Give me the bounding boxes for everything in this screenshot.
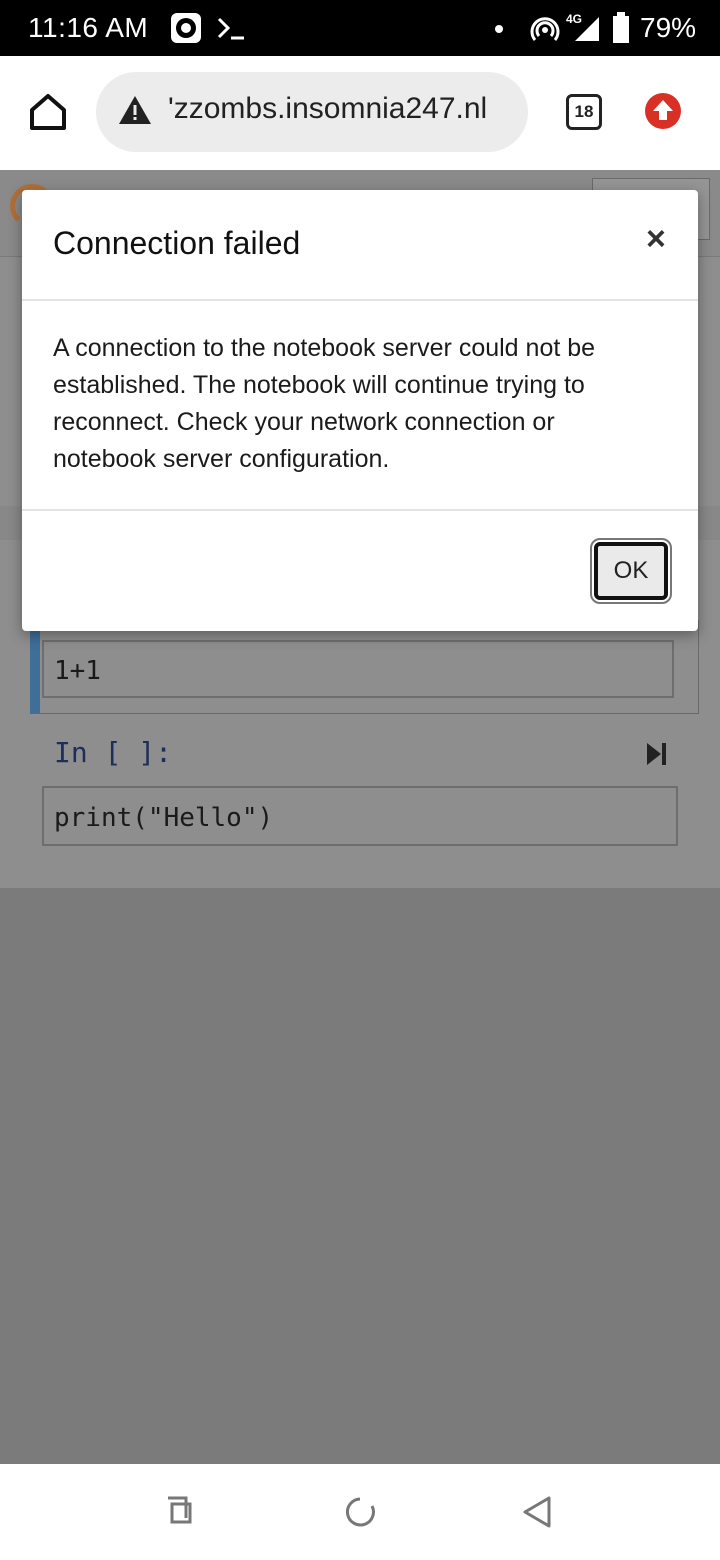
dialog-message: A connection to the notebook server coul…: [53, 334, 596, 473]
home-circle-icon[interactable]: [344, 1496, 376, 1528]
cell-prompt: In [ ]:: [54, 736, 173, 769]
ok-button[interactable]: OK: [590, 538, 672, 604]
battery-percent: 79%: [640, 12, 697, 43]
terminal-icon: [217, 17, 244, 40]
home-icon[interactable]: [26, 90, 70, 134]
divider: [22, 299, 698, 301]
update-arrow-icon[interactable]: [644, 92, 682, 130]
close-icon[interactable]: ×: [646, 220, 666, 259]
battery-icon: [613, 12, 629, 43]
signal-icon: [575, 17, 599, 41]
recents-icon[interactable]: [166, 1496, 194, 1526]
tabs-icon[interactable]: 18: [566, 94, 602, 130]
cell-code-input[interactable]: print("Hello"): [42, 786, 678, 846]
system-nav-bar: [0, 1464, 720, 1560]
record-icon: [171, 13, 201, 43]
dialog-title: Connection failed: [53, 225, 301, 261]
browser-toolbar: 'zzombs.insomnia247.nl 18: [0, 56, 720, 171]
cell-code-input[interactable]: 1+1: [42, 640, 674, 698]
connection-failed-dialog: Connection failed × A connection to the …: [22, 190, 698, 631]
run-cell-icon[interactable]: [646, 742, 668, 766]
status-bar: 11:16 AM 4G 79%: [0, 0, 720, 56]
status-time: 11:16 AM: [28, 12, 149, 43]
back-icon[interactable]: [522, 1496, 552, 1528]
divider: [22, 509, 698, 511]
hotspot-icon: [530, 17, 560, 41]
notification-dot-icon: [495, 25, 503, 33]
not-secure-warning-icon[interactable]: [118, 94, 152, 126]
url-text[interactable]: 'zzombs.insomnia247.nl: [168, 92, 518, 126]
url-bar[interactable]: 'zzombs.insomnia247.nl: [96, 72, 528, 152]
